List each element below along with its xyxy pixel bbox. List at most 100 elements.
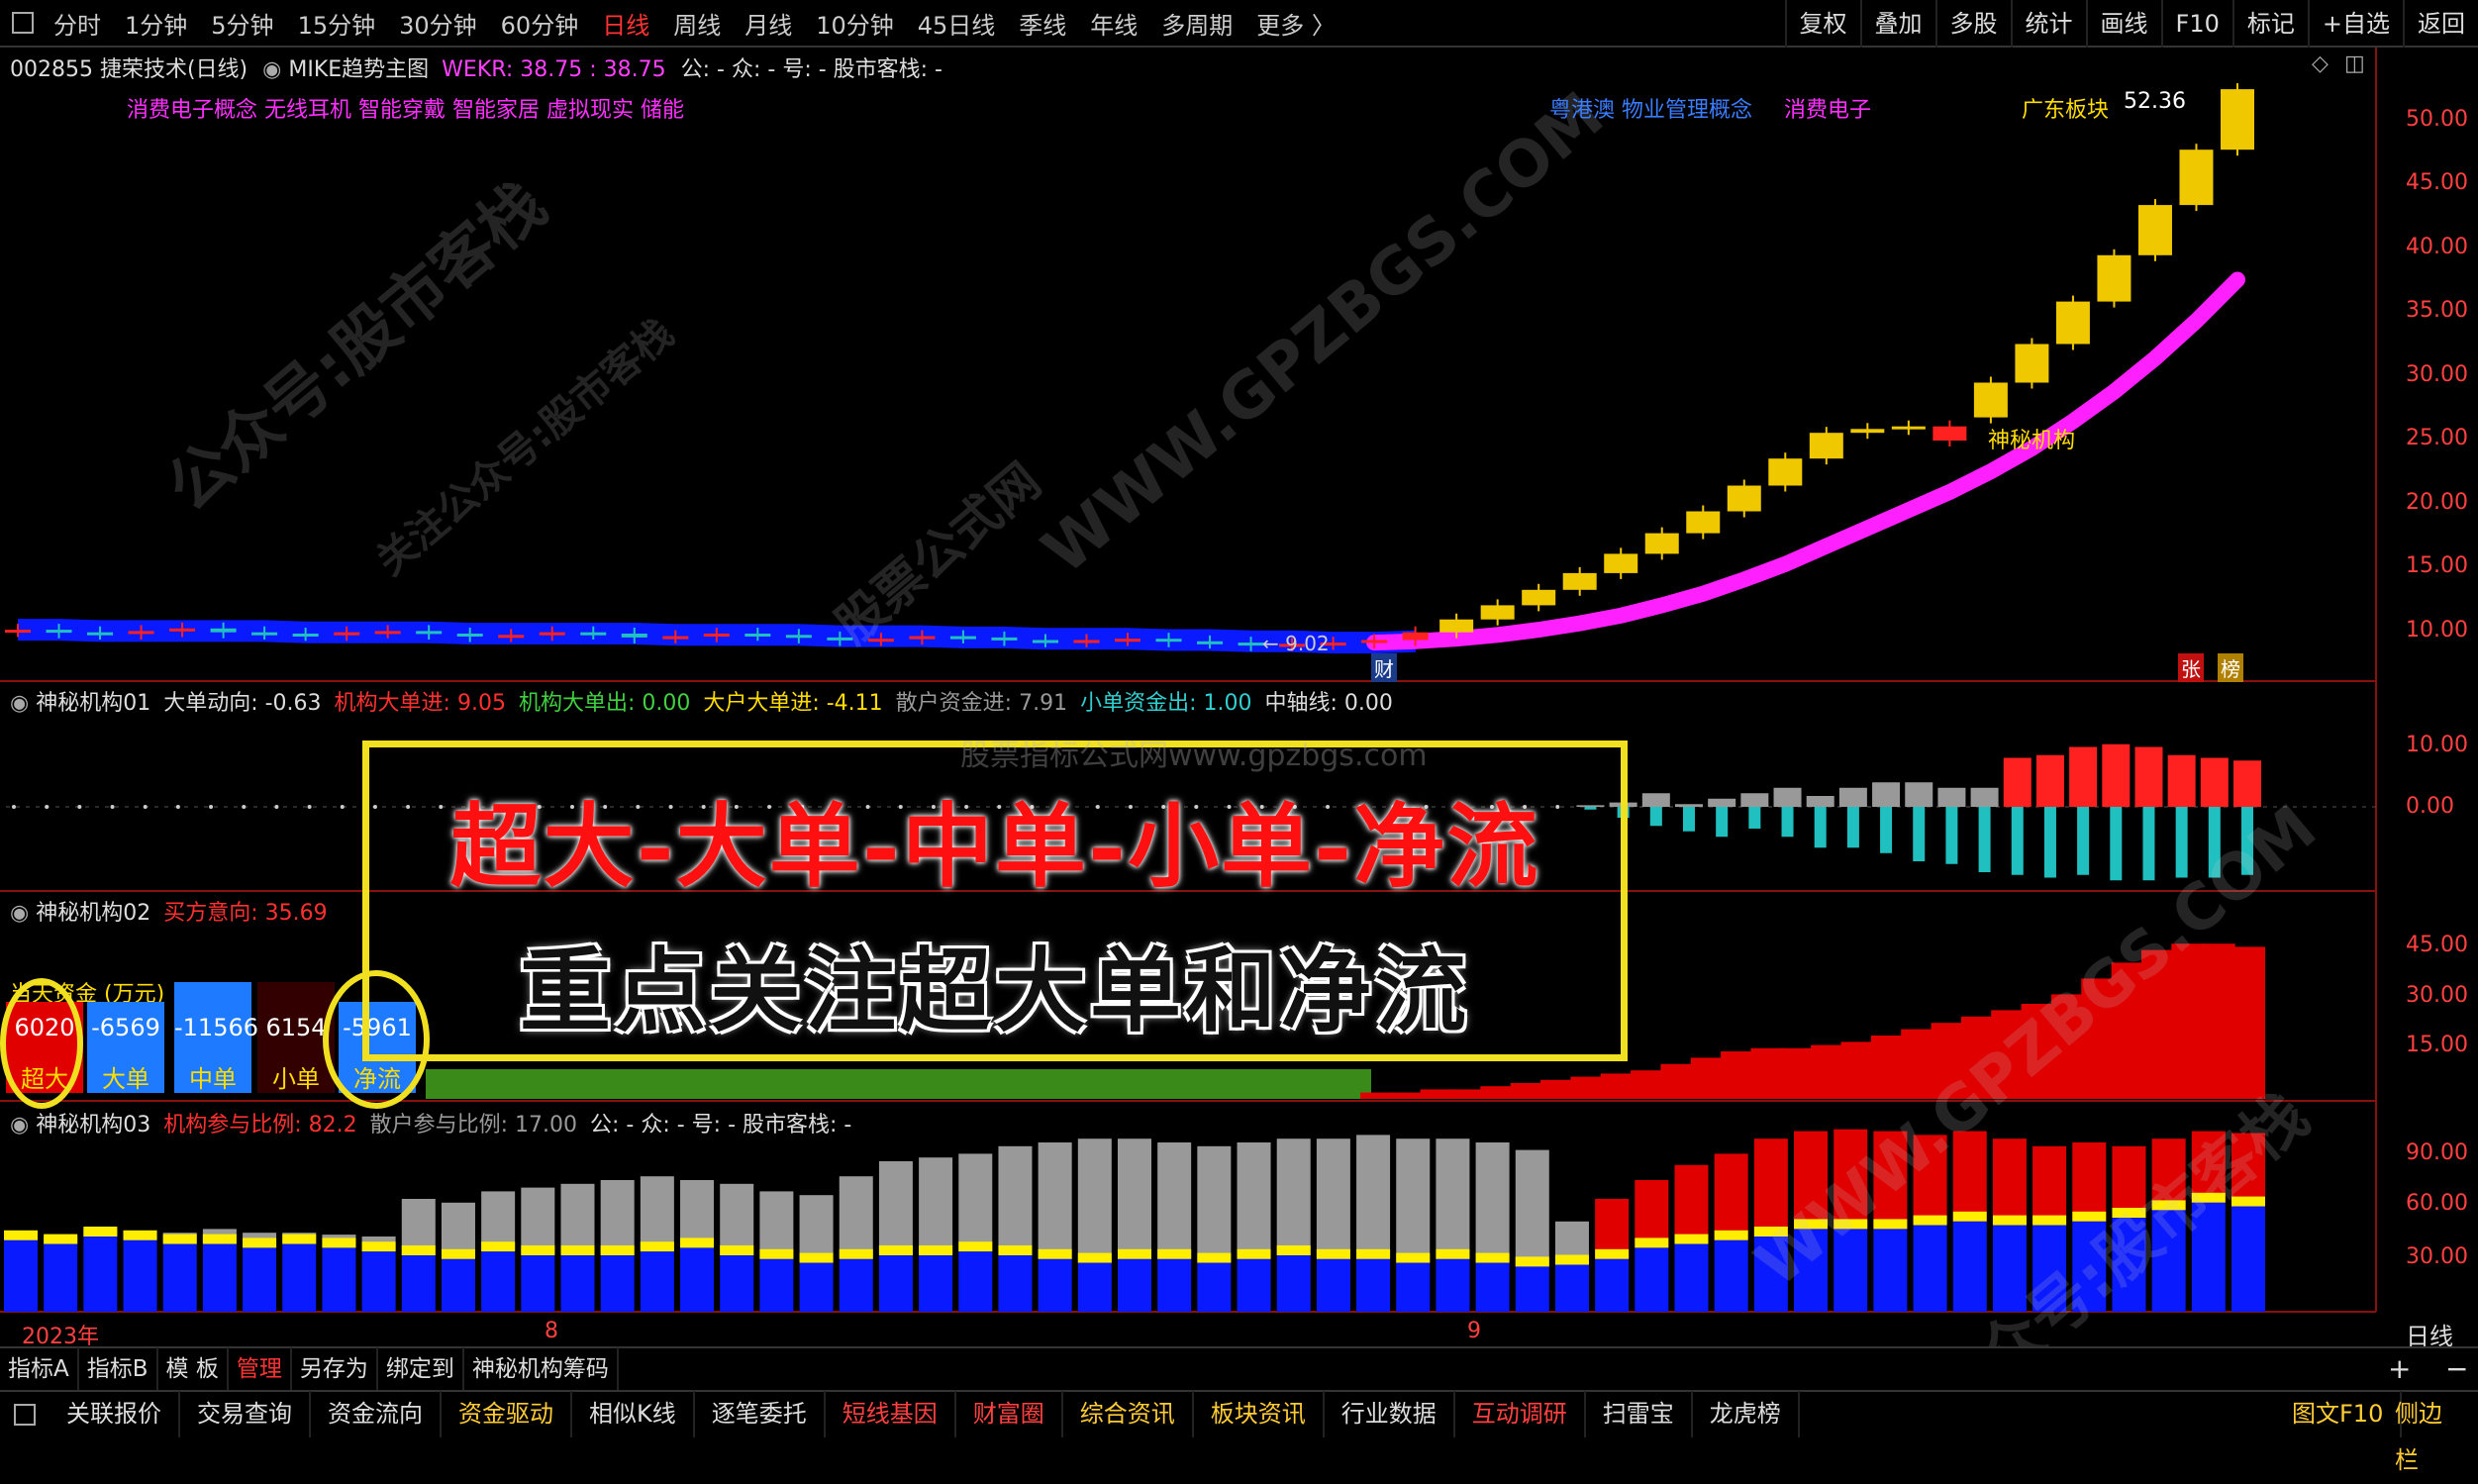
period-monthly[interactable]: 月线 — [733, 6, 804, 41]
period-more[interactable]: 更多 〉 — [1244, 6, 1347, 41]
panel1-in: 机构大单进: 9.05 — [334, 691, 506, 716]
diamond-icon[interactable]: ◇ — [2312, 51, 2329, 76]
period-year[interactable]: 年线 — [1078, 6, 1149, 41]
panel1-up-bar — [2069, 746, 2098, 807]
similar-kline-button[interactable]: 相似K线 — [572, 1391, 695, 1437]
candle — [1032, 640, 1058, 643]
panel3-mid-bar — [1674, 1234, 1709, 1244]
panel3-blue-bar — [560, 1255, 595, 1312]
indicator-name[interactable]: MIKE趋势主图 — [288, 57, 429, 82]
short-gene-button[interactable]: 短线基因 — [826, 1391, 956, 1437]
fund-flow-button[interactable]: 资金流向 — [311, 1391, 442, 1437]
sidebar-button[interactable]: 侧边栏 — [2378, 1391, 2478, 1474]
flow-box-medium[interactable]: -11566 中单 — [174, 982, 258, 1093]
period-30min[interactable]: 30分钟 — [387, 6, 489, 41]
overlay-button[interactable]: 叠加 — [1859, 0, 1935, 48]
period-5min[interactable]: 5分钟 — [199, 6, 285, 41]
panel3-mid-bar — [1834, 1219, 1868, 1230]
wealth-circle-button[interactable]: 财富圈 — [956, 1391, 1063, 1437]
panel-toggle-icon[interactable]: ◉ — [10, 1113, 29, 1138]
candle — [1155, 639, 1182, 643]
statistics-button[interactable]: 统计 — [2010, 0, 2086, 48]
panel2-title[interactable]: 神秘机构02 — [36, 901, 150, 926]
tick-orders-button[interactable]: 逐笔委托 — [695, 1391, 826, 1437]
panel1-title[interactable]: 神秘机构01 — [36, 691, 150, 716]
tab-manage[interactable]: 管理 — [229, 1347, 292, 1391]
restore-rights-button[interactable]: 复权 — [1784, 0, 1860, 48]
mark-button[interactable]: 标记 — [2231, 0, 2308, 48]
tab-bind-to[interactable]: 绑定到 — [378, 1347, 464, 1391]
candle — [128, 631, 154, 635]
zoom-in-icon[interactable]: + — [2388, 1352, 2411, 1385]
panel3-blue-bar — [1635, 1247, 1669, 1312]
panel1-down-bar — [1683, 807, 1695, 832]
panel1-down-bar — [2142, 807, 2155, 881]
add-watchlist-button[interactable]: +自选 — [2307, 0, 2403, 48]
panel3-mid-bar — [2032, 1215, 2067, 1226]
period-multi[interactable]: 多周期 — [1149, 6, 1244, 41]
panel3-mid-bar — [1873, 1219, 1908, 1230]
panel1-down-bar — [2110, 807, 2123, 881]
period-fenshi[interactable]: 分时 — [42, 6, 113, 41]
right-tools: 复权 叠加 多股 统计 画线 F10 标记 +自选 返回 — [1784, 0, 2478, 48]
panel3-top-bar — [720, 1183, 754, 1255]
candle — [251, 632, 278, 636]
zoom-out-icon[interactable]: − — [2445, 1352, 2468, 1385]
dragon-list-marker[interactable]: 榜 — [2218, 653, 2243, 682]
panel3-top-bar — [560, 1183, 595, 1255]
panel3-top-bar — [640, 1176, 674, 1252]
fund-drive-button[interactable]: 资金驱动 — [442, 1391, 572, 1437]
panel-toggle-icon[interactable]: ◉ — [10, 691, 29, 716]
window-toggle-icon[interactable]: ◫ — [2344, 51, 2365, 76]
panel3-yaxis-label: 30.00 — [2406, 1244, 2468, 1269]
panel3-title[interactable]: 神秘机构03 — [36, 1113, 150, 1138]
panel3-mid-bar — [1276, 1245, 1311, 1255]
dragon-tiger-button[interactable]: 龙虎榜 — [1693, 1391, 1800, 1437]
tab-mystery-chips[interactable]: 神秘机构筹码 — [464, 1347, 619, 1391]
industry-data-button[interactable]: 行业数据 — [1325, 1391, 1455, 1437]
news-button[interactable]: 综合资讯 — [1063, 1391, 1194, 1437]
period-60min[interactable]: 60分钟 — [489, 6, 591, 41]
funds-panel: 当天资金 (万元) 6020 超大 -6569 大单 -11566 中单 615… — [0, 970, 430, 1109]
panel3-top-bar — [1873, 1131, 1908, 1230]
finance-marker[interactable]: 财 — [1371, 653, 1397, 682]
panel3-mid-bar — [1038, 1248, 1072, 1259]
draw-line-button[interactable]: 画线 — [2085, 0, 2161, 48]
panel3-top-bar — [1396, 1138, 1431, 1263]
panel3-top-bar — [919, 1157, 953, 1255]
period-45day[interactable]: 45日线 — [906, 6, 1008, 41]
flow-box-large[interactable]: -6569 大单 — [87, 1002, 164, 1093]
period-daily[interactable]: 日线 — [590, 6, 661, 41]
panel3-mid-bar — [481, 1241, 516, 1252]
tab-save-as[interactable]: 另存为 — [292, 1347, 378, 1391]
tab-template[interactable]: 模 板 — [158, 1347, 229, 1391]
tab-indicator-b[interactable]: 指标B — [79, 1347, 158, 1391]
period-quarter[interactable]: 季线 — [1007, 6, 1078, 41]
multi-stock-button[interactable]: 多股 — [1934, 0, 2011, 48]
panel3-blue-bar — [1157, 1258, 1192, 1312]
panel2-bar — [1750, 1047, 1785, 1099]
sector-news-button[interactable]: 板块资讯 — [1194, 1391, 1325, 1437]
period-15min[interactable]: 15分钟 — [286, 6, 388, 41]
interactive-research-button[interactable]: 互动调研 — [1455, 1391, 1586, 1437]
related-quotes-button[interactable]: 关联报价 — [50, 1391, 180, 1437]
stock-code-name[interactable]: 002855 捷荣技术(日线) — [10, 57, 248, 82]
period-10min[interactable]: 10分钟 — [804, 6, 906, 41]
f10-button[interactable]: F10 — [2160, 0, 2232, 48]
sidebar-toggle-icon[interactable] — [14, 1403, 36, 1426]
trade-query-button[interactable]: 交易查询 — [180, 1391, 311, 1437]
panel3-blue-bar — [2231, 1206, 2265, 1312]
indicator-toggle-icon[interactable]: ◉ — [262, 57, 281, 82]
back-button[interactable]: 返回 — [2403, 0, 2478, 48]
panel2-bar — [1510, 1083, 1544, 1099]
period-weekly[interactable]: 周线 — [661, 6, 733, 41]
toolbar-menu-icon[interactable] — [12, 12, 34, 34]
period-1min[interactable]: 1分钟 — [113, 6, 199, 41]
panel-toggle-icon[interactable]: ◉ — [10, 901, 29, 926]
panel3-blue-bar — [1038, 1258, 1072, 1312]
panel3-top-bar — [1038, 1142, 1072, 1259]
candle — [1197, 641, 1224, 644]
risk-scan-button[interactable]: 扫雷宝 — [1586, 1391, 1693, 1437]
limit-up-marker[interactable]: 张 — [2178, 653, 2204, 682]
tab-indicator-a[interactable]: 指标A — [0, 1347, 79, 1391]
